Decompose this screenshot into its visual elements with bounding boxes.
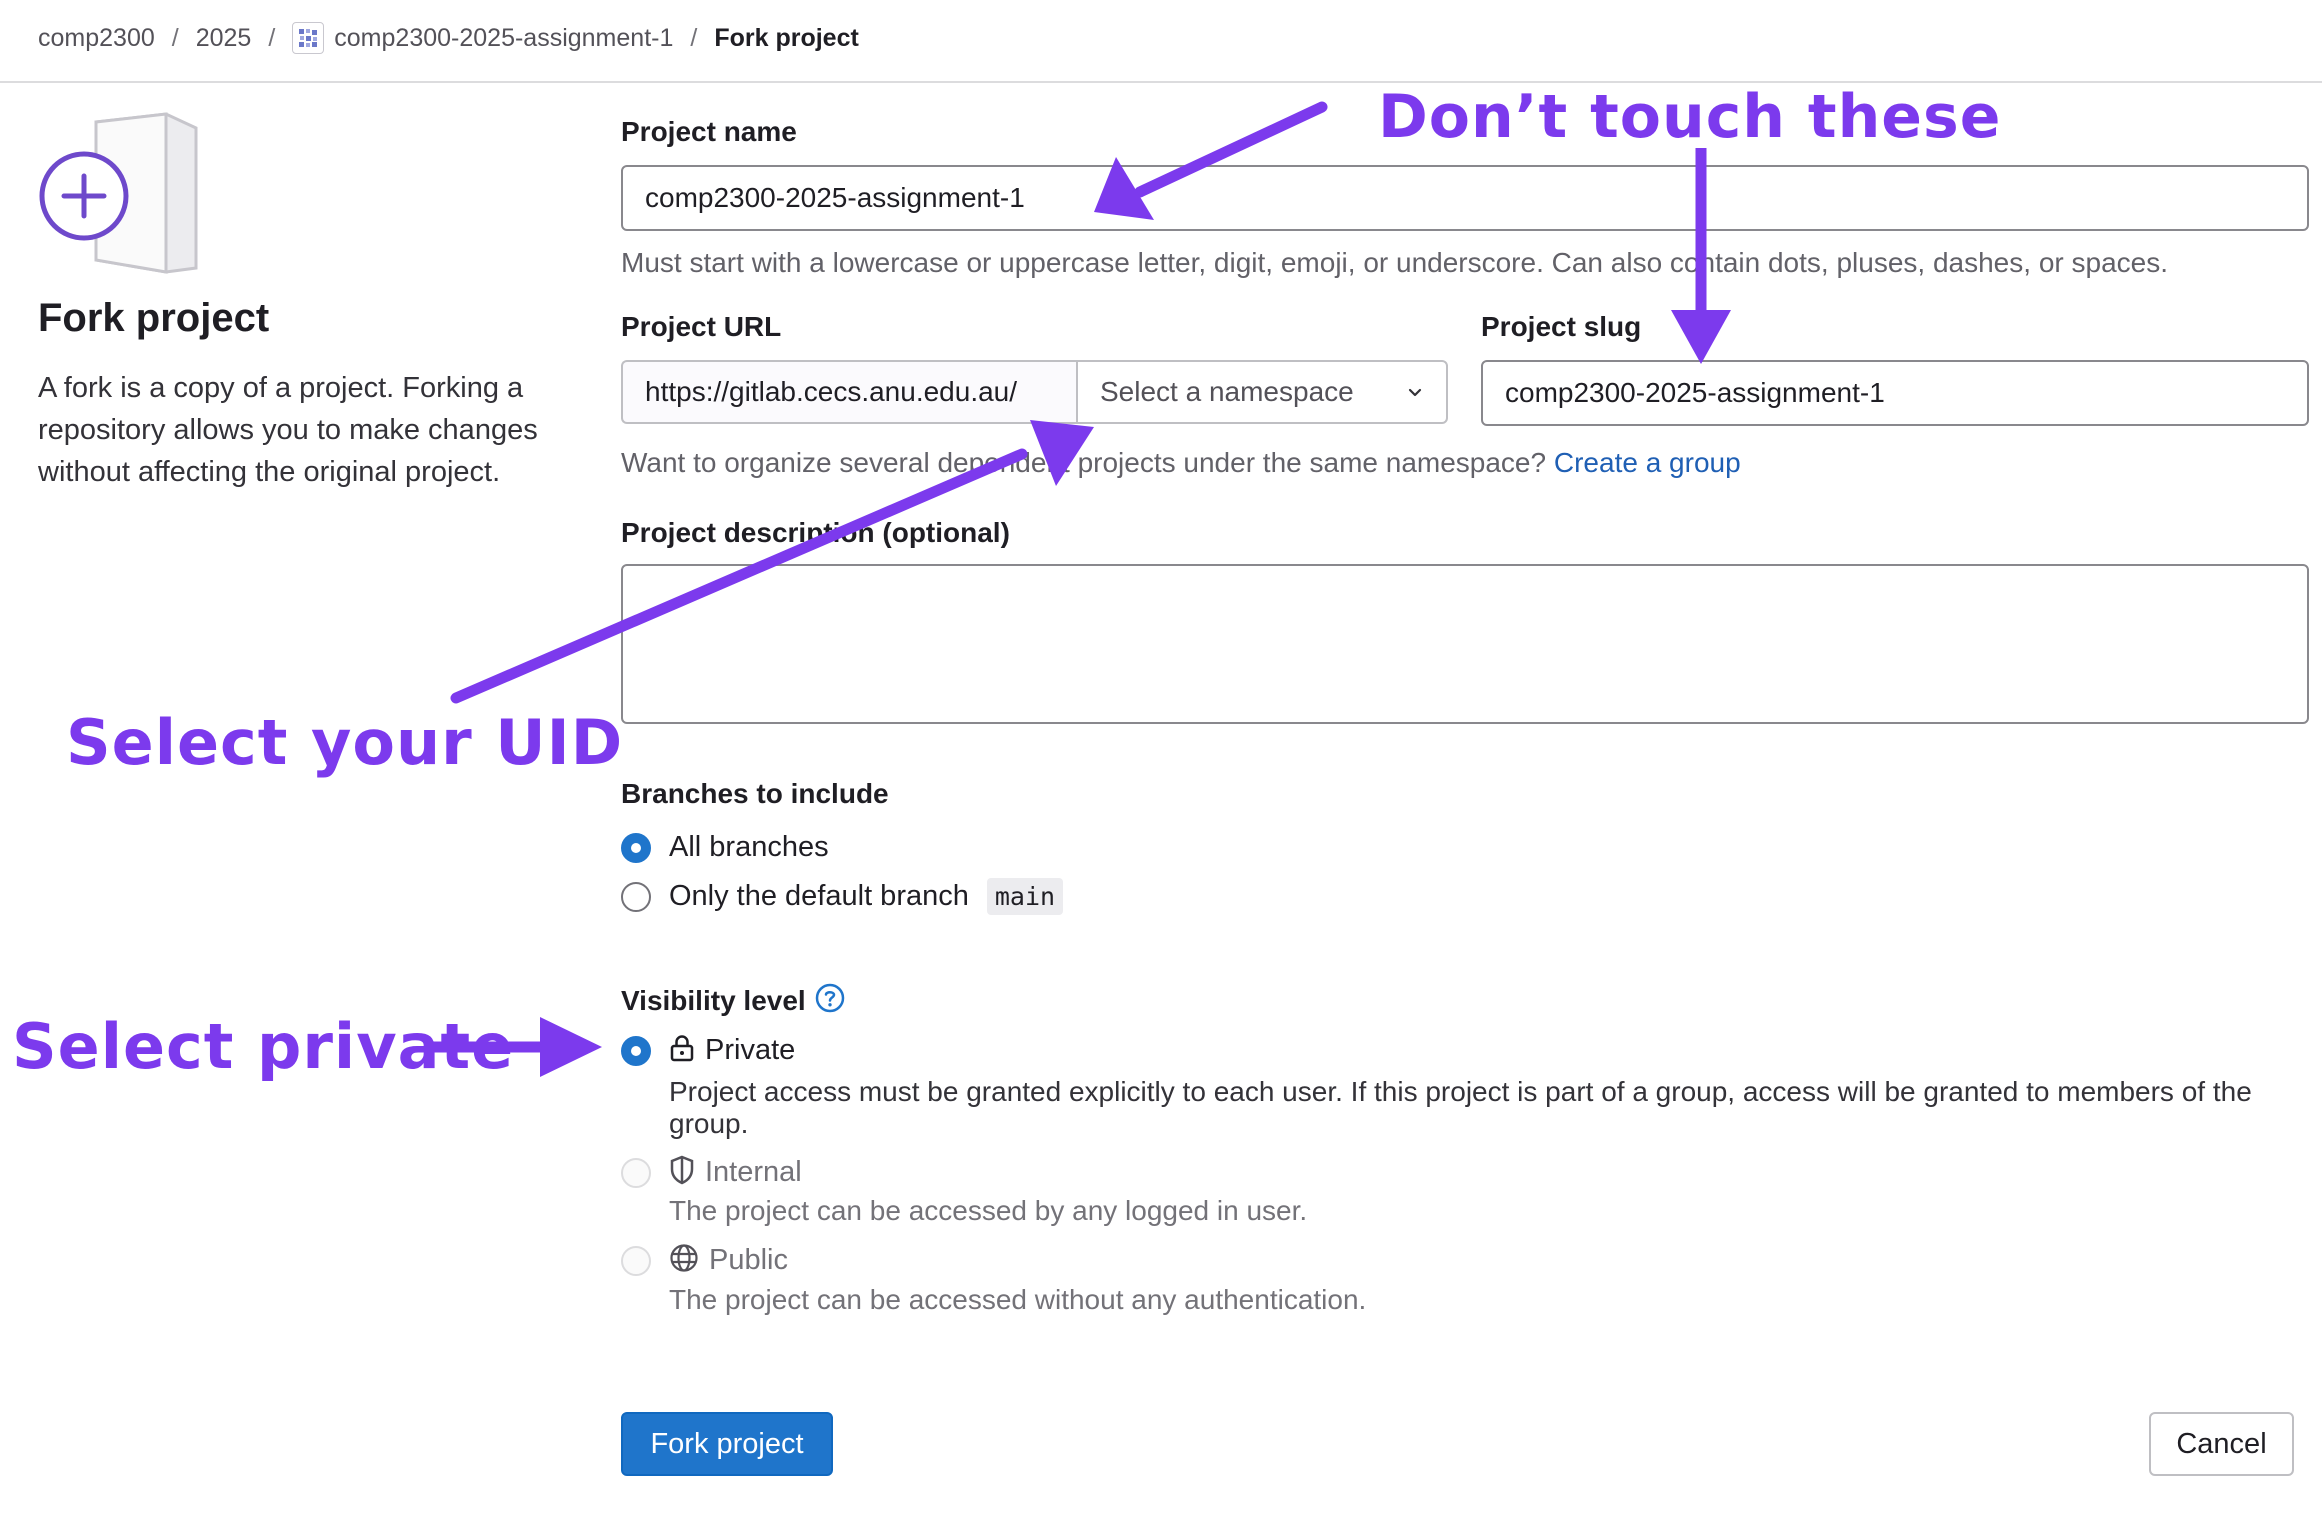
fork-project-button[interactable]: Fork project — [621, 1412, 833, 1476]
annotation-dont-touch: Don’t touch these — [1378, 82, 2002, 152]
visibility-option-internal: Internal — [621, 1155, 802, 1190]
branches-label: Branches to include — [621, 778, 889, 809]
visibility-internal-label: Internal — [705, 1156, 802, 1188]
create-group-link[interactable]: Create a group — [1554, 447, 1741, 478]
visibility-private-label: Private — [705, 1034, 796, 1066]
shield-icon — [669, 1155, 695, 1190]
branch-option-default[interactable]: Only the default branch main — [621, 878, 1064, 915]
branch-default-label: Only the default branch — [669, 880, 969, 912]
breadcrumb-item-project[interactable]: comp2300-2025-assignment-1 — [334, 24, 673, 53]
project-name-label: Project name — [621, 116, 797, 147]
visibility-private-radio[interactable] — [621, 1035, 651, 1066]
breadcrumb-item-current: Fork project — [714, 23, 859, 52]
help-icon[interactable] — [814, 982, 846, 1019]
project-description-textarea[interactable] — [621, 564, 2309, 724]
namespace-select-placeholder: Select a namespace — [1100, 376, 1354, 407]
visibility-option-private[interactable]: Private — [621, 1034, 795, 1067]
project-avatar-icon — [292, 22, 325, 54]
visibility-public-radio — [621, 1245, 651, 1276]
default-branch-code: main — [986, 878, 1064, 915]
visibility-internal-radio — [621, 1157, 651, 1188]
cancel-button[interactable]: Cancel — [2149, 1412, 2294, 1476]
sidebar-description: A fork is a copy of a project. Forking a… — [38, 372, 538, 488]
breadcrumb-separator: / — [171, 23, 179, 52]
sidebar-title: Fork project — [38, 296, 270, 340]
annotation-select-uid: Select your UID — [66, 706, 624, 779]
namespace-select[interactable]: Select a namespace — [1076, 360, 1448, 424]
visibility-label: Visibility level — [621, 984, 806, 1016]
branch-option-all[interactable]: All branches — [621, 831, 829, 864]
visibility-public-description: The project can be accessed without any … — [669, 1284, 1367, 1315]
namespace-help-text: Want to organize several dependent proje… — [621, 447, 1547, 478]
breadcrumb: comp2300 / 2025 / comp2300-2025-assignme… — [38, 18, 859, 58]
breadcrumb-separator: / — [690, 23, 698, 52]
branch-default-radio[interactable] — [621, 881, 651, 912]
project-url-prefix: https://gitlab.cecs.anu.edu.au/ — [621, 360, 1077, 424]
visibility-public-label: Public — [709, 1244, 788, 1276]
namespace-help: Want to organize several dependent proje… — [621, 447, 1741, 479]
chevron-down-icon — [1406, 376, 1424, 408]
branch-all-radio[interactable] — [621, 832, 651, 863]
branch-all-label: All branches — [669, 831, 829, 863]
project-slug-input[interactable]: comp2300-2025-assignment-1 — [1481, 360, 2309, 426]
visibility-option-public: Public — [621, 1243, 788, 1278]
annotation-select-private: Select private — [12, 1010, 515, 1083]
visibility-internal-description: The project can be accessed by any logge… — [669, 1195, 1308, 1226]
project-name-input[interactable]: comp2300-2025-assignment-1 — [621, 165, 2309, 231]
project-url-label: Project URL — [621, 311, 782, 342]
fork-illustration-icon — [36, 110, 206, 283]
project-name-help: Must start with a lowercase or uppercase… — [621, 247, 2168, 278]
breadcrumb-item-group[interactable]: comp2300 — [38, 24, 155, 53]
visibility-label-row: Visibility level — [621, 982, 846, 1019]
breadcrumb-separator: / — [268, 23, 276, 52]
project-slug-label: Project slug — [1481, 311, 1642, 342]
lock-icon — [669, 1034, 695, 1067]
globe-icon — [669, 1243, 699, 1278]
breadcrumb-item-subgroup[interactable]: 2025 — [196, 24, 252, 53]
visibility-private-description: Project access must be granted explicitl… — [669, 1076, 2252, 1139]
project-description-label: Project description (optional) — [621, 517, 1010, 548]
